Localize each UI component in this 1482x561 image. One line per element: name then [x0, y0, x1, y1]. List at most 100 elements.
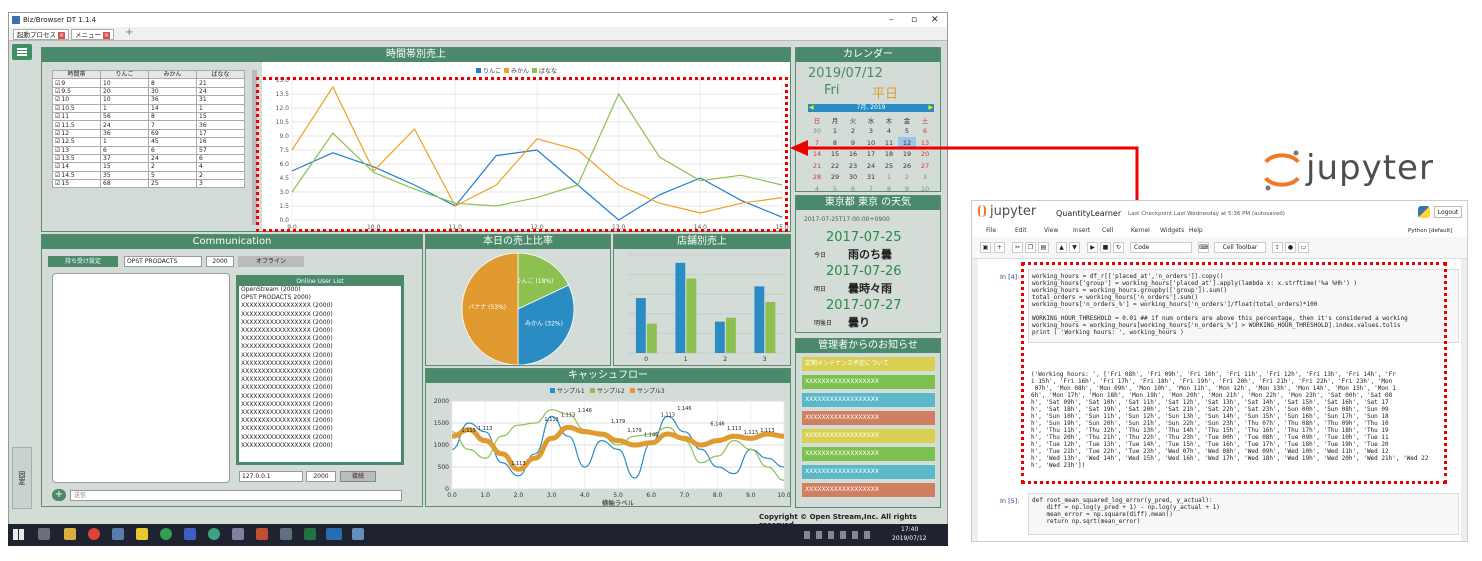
calendar-day[interactable]: 9 [898, 183, 916, 195]
save-icon[interactable]: ▣ [980, 242, 991, 253]
table-cell[interactable]: ☑14 [52, 162, 101, 172]
table-cell[interactable]: 31 [196, 95, 245, 105]
list-item[interactable]: XXXXXXXXXXXXXXXXX (2000) [241, 417, 401, 425]
table-row[interactable]: ☑12 36 69 17 [52, 128, 245, 139]
jupyter-menu-kernel[interactable]: Kernel [1131, 227, 1150, 234]
row-checkbox[interactable]: ☑ [55, 163, 60, 170]
table-cell[interactable]: 24 [148, 153, 197, 164]
notice-item[interactable]: XXXXXXXXXXXXXXXXXX [802, 411, 935, 425]
table-cell[interactable]: 36 [100, 128, 149, 139]
table-row[interactable]: ☑14.5 35 5 2 [52, 170, 245, 181]
app-icon[interactable] [352, 528, 364, 540]
calendar-day[interactable]: 25 [880, 160, 898, 172]
list-item[interactable]: XXXXXXXXXXXXXXXXX (2000) [241, 360, 401, 368]
table-row[interactable]: ☑10 10 36 31 [52, 95, 245, 105]
list-item[interactable]: XXXXXXXXXXXXXXXXX (2000) [241, 401, 401, 409]
calendar-day[interactable]: 30 [808, 126, 826, 138]
table-cell[interactable]: 6 [196, 153, 245, 164]
table-cell[interactable]: ☑9.5 [52, 86, 101, 97]
row-checkbox[interactable]: ☑ [55, 105, 60, 112]
table-cell[interactable]: 20 [100, 86, 149, 97]
calendar-day[interactable]: 21 [808, 160, 826, 172]
calendar-day[interactable]: 22 [826, 160, 844, 172]
table-cell[interactable]: 37 [100, 153, 149, 164]
table-cell[interactable]: 30 [148, 86, 197, 97]
notice-item[interactable]: XXXXXXXXXXXXXXXXXX [802, 393, 935, 407]
table-cell[interactable]: 1 [100, 137, 149, 147]
calendar-day[interactable]: 31 [862, 172, 880, 184]
calendar-day[interactable]: 12 [898, 137, 916, 149]
calendar-day[interactable]: 7 [862, 183, 880, 195]
column-header[interactable]: 時間帯 [52, 69, 101, 80]
move-up-icon[interactable]: ▲ [1056, 242, 1067, 253]
notice-item[interactable]: XXXXXXXXXXXXXXXXXX [802, 429, 935, 443]
table-cell[interactable]: 45 [148, 137, 197, 147]
ip-field[interactable]: 127.0.0.1 [239, 471, 303, 482]
list-item[interactable]: OpenStream (2000) [241, 286, 401, 294]
app-icon[interactable] [112, 528, 124, 540]
row-checkbox[interactable]: ☑ [55, 122, 60, 129]
run-icon[interactable]: ▶ [1087, 242, 1098, 253]
calendar-day[interactable]: 18 [880, 149, 898, 161]
list-item[interactable]: XXXXXXXXXXXXXXXXX (2000) [241, 327, 401, 335]
table-cell[interactable]: 1 [100, 103, 149, 113]
calendar-day[interactable]: 26 [898, 160, 916, 172]
calendar-day[interactable]: 17 [862, 149, 880, 161]
copy-icon[interactable]: ❐ [1025, 242, 1036, 253]
table-cell[interactable]: 5 [148, 170, 197, 181]
calendar-day[interactable]: 23 [844, 160, 862, 172]
jupyter-menu-cell[interactable]: Cell [1102, 227, 1113, 234]
table-cell[interactable]: ☑13 [52, 145, 101, 155]
table-cell[interactable]: 14 [148, 103, 197, 113]
row-checkbox[interactable]: ☑ [55, 88, 60, 95]
notebook-name[interactable]: QuantityLearner [1056, 209, 1121, 218]
excel-icon[interactable] [304, 528, 316, 540]
table-row[interactable]: ☑11.5 24 7 36 [52, 120, 245, 130]
column-header[interactable]: りんご [100, 69, 149, 80]
row-checkbox[interactable]: ☑ [55, 172, 60, 179]
add-cell-icon[interactable]: + [994, 242, 1005, 253]
table-cell[interactable]: 2 [148, 162, 197, 172]
calendar-day[interactable]: 30 [844, 172, 862, 184]
user-name-field[interactable]: OPST PRODACTS [124, 256, 202, 267]
table-cell[interactable]: 35 [100, 170, 149, 181]
calendar-day[interactable]: 1 [880, 172, 898, 184]
table-cell[interactable]: 7 [148, 120, 197, 130]
app-icon[interactable] [256, 528, 268, 540]
row-checkbox[interactable]: ☑ [55, 180, 60, 187]
app-icon[interactable] [184, 528, 196, 540]
message-log-area[interactable] [52, 273, 230, 483]
sticky-notes-icon[interactable] [136, 528, 148, 540]
upload-icon[interactable]: ⇪ [1272, 242, 1283, 253]
close-icon[interactable]: × [58, 32, 65, 39]
list-item[interactable]: XXXXXXXXXXXXXXXXX (2000) [241, 393, 401, 401]
calendar-day[interactable]: 2 [844, 126, 862, 138]
info-icon[interactable]: ● [1285, 242, 1296, 253]
table-row[interactable]: ☑10.5 1 14 1 [52, 103, 245, 113]
calendar-day[interactable]: 8 [826, 137, 844, 149]
table-cell[interactable]: 1 [196, 103, 245, 113]
add-attachment-button[interactable]: + [52, 489, 66, 501]
list-item[interactable]: XXXXXXXXXXXXXXXXX (2000) [241, 409, 401, 417]
cell-toolbar-button[interactable]: Cell Toolbar [1214, 242, 1266, 253]
prev-month-button[interactable]: ◀ [809, 104, 814, 112]
app-icon[interactable] [160, 528, 172, 540]
jupyter-menu-help[interactable]: Help [1189, 227, 1203, 234]
table-cell[interactable]: 36 [148, 95, 197, 105]
cut-icon[interactable]: ✂ [1012, 242, 1023, 253]
pin-side-tab[interactable]: 固定 [12, 447, 32, 509]
row-checkbox[interactable]: ☑ [55, 80, 60, 87]
jupyter-menu-widgets[interactable]: Widgets [1160, 227, 1184, 234]
maximize-button[interactable]: ▫ [911, 13, 917, 27]
notice-item[interactable]: XXXXXXXXXXXXXXXXXX [802, 375, 935, 389]
notice-item[interactable]: XXXXXXXXXXXXXXXXXX [802, 447, 935, 461]
logout-button[interactable]: Logout [1434, 206, 1462, 218]
row-checkbox[interactable]: ☑ [55, 113, 60, 120]
calendar-day[interactable]: 3 [862, 126, 880, 138]
table-cell[interactable]: 36 [196, 120, 245, 130]
add-tab-button[interactable]: + [125, 27, 133, 38]
table-cell[interactable]: ☑14.5 [52, 170, 101, 181]
jupyter-menu-edit[interactable]: Edit [1015, 227, 1027, 234]
calendar-day[interactable]: 24 [862, 160, 880, 172]
connect-button[interactable]: 接続 [340, 471, 376, 482]
